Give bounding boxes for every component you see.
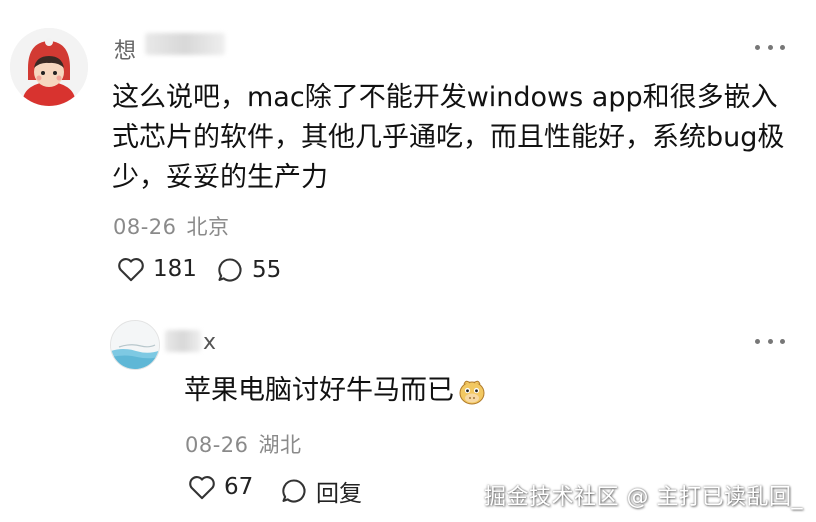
comment-location: 北京 [186, 215, 230, 239]
comment-meta: 08-26 北京 [113, 211, 230, 241]
reply-like-button[interactable]: 67 [188, 474, 253, 500]
reply-date: 08-26 [185, 433, 249, 457]
heart-icon [189, 476, 215, 500]
water-landscape-avatar-icon [111, 321, 159, 369]
blurred-username [145, 33, 225, 55]
comment-count: 55 [252, 257, 282, 283]
cartoon-child-avatar-icon [10, 28, 88, 106]
avatar[interactable] [10, 28, 88, 106]
reply-text: 苹果电脑讨好牛马而已 [184, 372, 488, 410]
like-count: 181 [153, 256, 197, 282]
watermark: 掘金技术社区 @ 主打已读乱回_ [484, 485, 803, 510]
speech-bubble-icon [218, 258, 242, 282]
speech-bubble-icon [282, 479, 306, 503]
more-options-icon[interactable] [755, 42, 785, 52]
reply-like-count: 67 [224, 474, 254, 500]
like-button[interactable]: 181 [117, 256, 197, 282]
heart-icon [118, 258, 144, 282]
reply-username[interactable]: x [203, 330, 217, 355]
comment-text: 这么说吧，mac除了不能开发windows app和很多嵌入式芯片的软件，其他几… [112, 82, 785, 193]
reply-button[interactable]: 回复 [280, 474, 362, 508]
reply-avatar[interactable] [110, 320, 160, 370]
comment-date: 08-26 [113, 215, 177, 239]
blurred-username [165, 330, 201, 352]
reply-button-label: 回复 [316, 481, 362, 507]
reply-location: 湖北 [258, 433, 302, 457]
reply-text-content: 苹果电脑讨好牛马而已 [184, 375, 454, 406]
comment-button[interactable]: 55 [216, 256, 281, 284]
cow-face-emoji-icon [459, 380, 485, 405]
reply-meta: 08-26 湖北 [185, 429, 302, 459]
username[interactable]: 想 [114, 33, 137, 65]
more-options-icon[interactable] [755, 336, 785, 346]
